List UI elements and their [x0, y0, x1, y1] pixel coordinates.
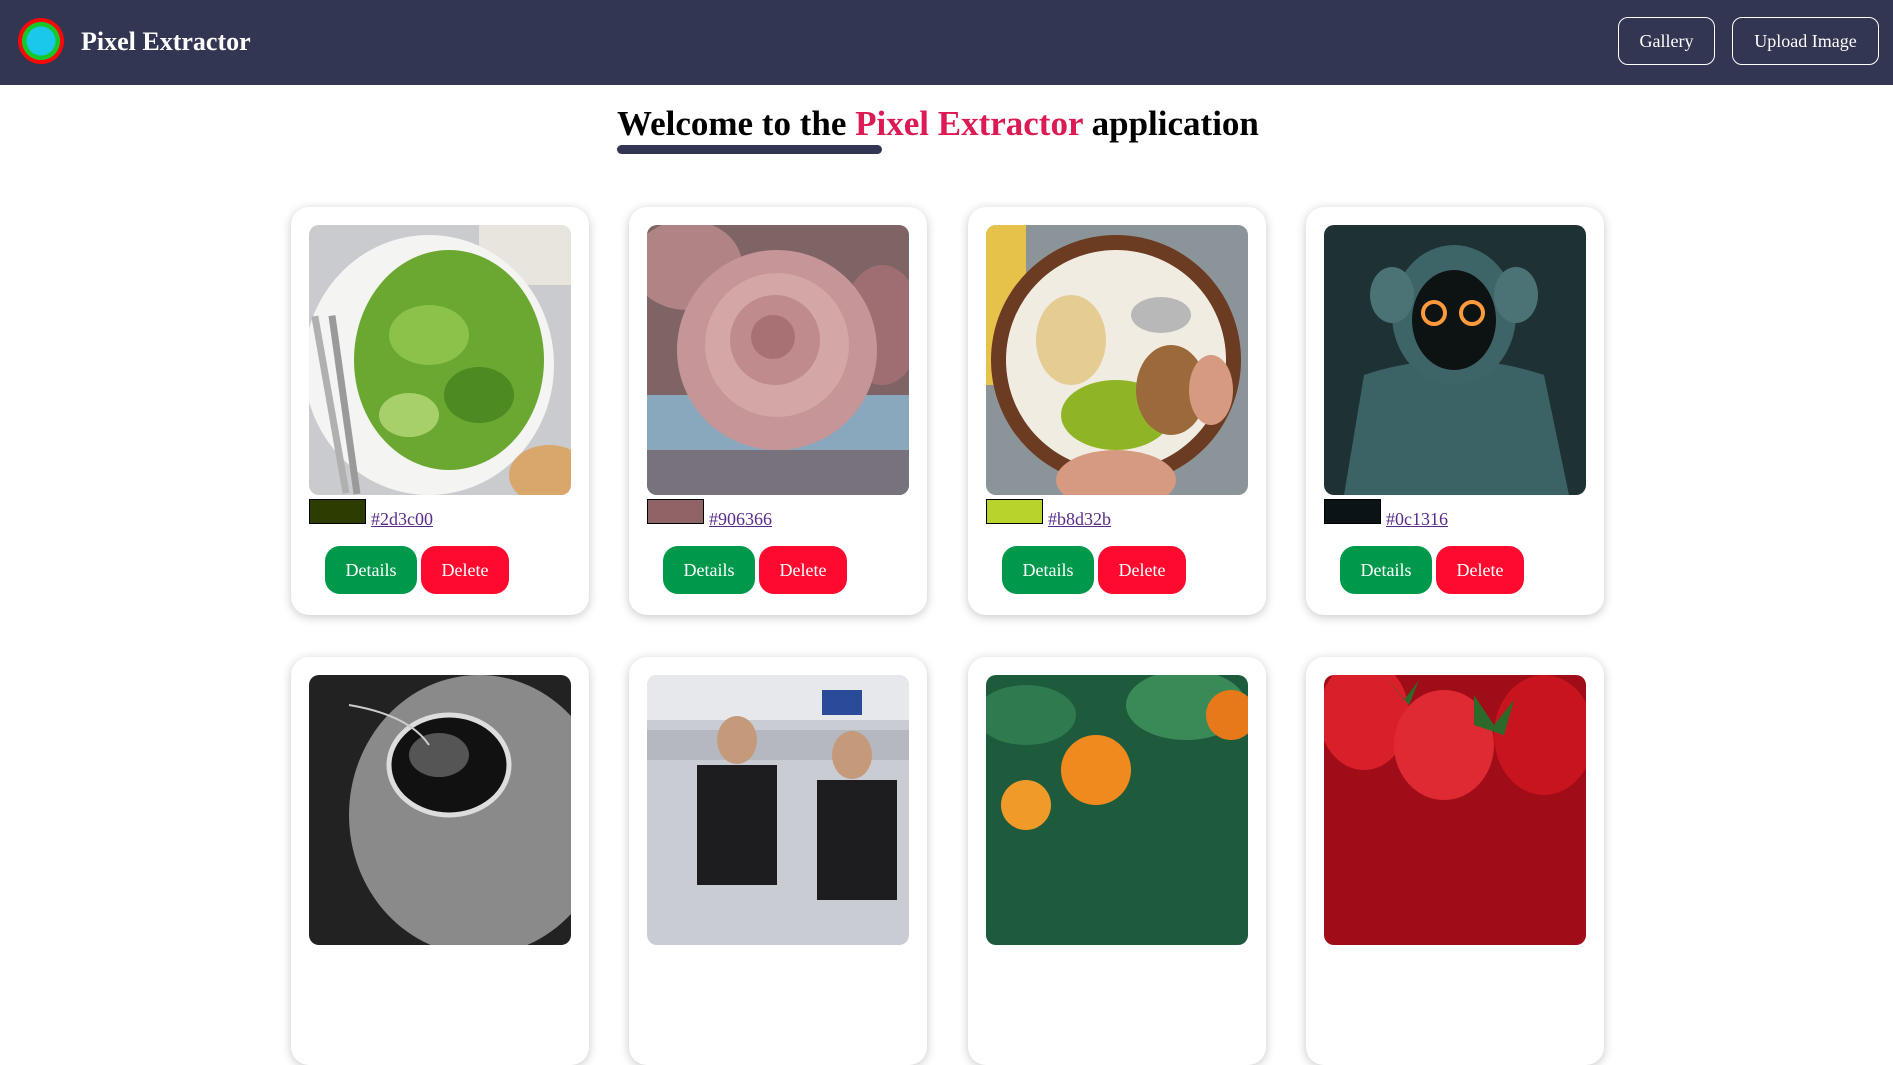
- two-men-in-office-image[interactable]: [647, 675, 909, 945]
- heading-underline: [617, 145, 882, 154]
- delete-button[interactable]: Delete: [421, 546, 509, 594]
- image-card: #0c1316 Details Delete: [1306, 207, 1604, 615]
- color-swatch: [647, 499, 704, 524]
- image-card: [1306, 657, 1604, 1065]
- hex-color-link[interactable]: #b8d32b: [1048, 508, 1111, 530]
- welcome-prefix: Welcome to the: [617, 104, 847, 143]
- hex-color-link[interactable]: #0c1316: [1386, 508, 1448, 530]
- details-button[interactable]: Details: [325, 546, 417, 594]
- image-card: #2d3c00 Details Delete: [291, 207, 589, 615]
- upload-image-button[interactable]: Upload Image: [1732, 17, 1879, 65]
- delete-button[interactable]: Delete: [759, 546, 847, 594]
- welcome-accent: Pixel Extractor: [855, 104, 1083, 143]
- hooded-figure-glowing-eyes-image[interactable]: [1324, 225, 1586, 495]
- image-card: #906366 Details Delete: [629, 207, 927, 615]
- cat-with-sunglasses-image[interactable]: [309, 675, 571, 945]
- welcome-suffix: application: [1091, 104, 1259, 143]
- image-card: [629, 657, 927, 1065]
- strawberries-closeup-image[interactable]: [1324, 675, 1586, 945]
- app-title: Pixel Extractor: [81, 27, 251, 56]
- color-wheel-icon: [18, 18, 64, 64]
- pink-rose-flower-image[interactable]: [647, 225, 909, 495]
- green-salad-plate-image[interactable]: [309, 225, 571, 495]
- color-swatch: [309, 499, 366, 524]
- details-button[interactable]: Details: [663, 546, 755, 594]
- delete-button[interactable]: Delete: [1098, 546, 1186, 594]
- welcome-heading: Welcome to the Pixel Extractor applicati…: [617, 101, 1259, 147]
- hex-color-link[interactable]: #906366: [709, 508, 772, 530]
- image-card: #b8d32b Details Delete: [968, 207, 1266, 615]
- yogurt-fruit-bowl-image[interactable]: [986, 225, 1248, 495]
- tangerines-on-tree-image[interactable]: [986, 675, 1248, 945]
- hex-color-link[interactable]: #2d3c00: [371, 508, 433, 530]
- top-navbar: Pixel Extractor Gallery Upload Image: [0, 0, 1893, 85]
- image-card: [291, 657, 589, 1065]
- gallery-button[interactable]: Gallery: [1618, 17, 1715, 65]
- details-button[interactable]: Details: [1002, 546, 1094, 594]
- color-swatch: [1324, 499, 1381, 524]
- details-button[interactable]: Details: [1340, 546, 1432, 594]
- color-swatch: [986, 499, 1043, 524]
- delete-button[interactable]: Delete: [1436, 546, 1524, 594]
- image-card: [968, 657, 1266, 1065]
